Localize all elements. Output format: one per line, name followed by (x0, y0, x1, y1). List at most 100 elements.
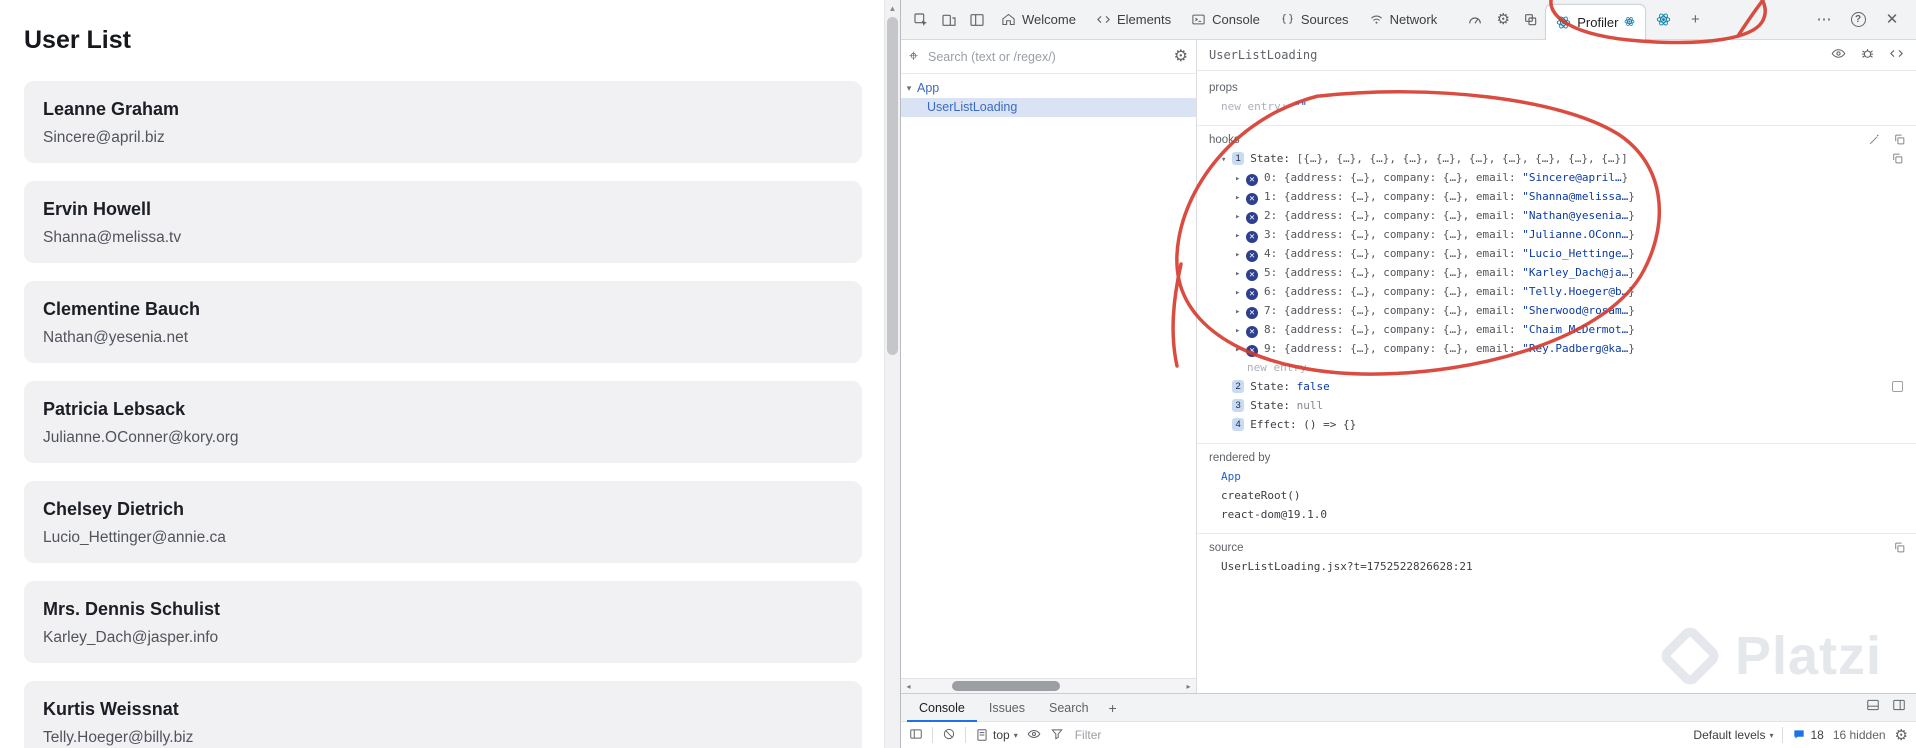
component-search-input[interactable] (926, 48, 1166, 65)
issues-counter[interactable]: 18 (1792, 728, 1824, 742)
state-array-item[interactable]: ▸ ✕ 2: {address: {…}, company: {…}, email:… (1209, 206, 1904, 225)
close-devtools-icon[interactable]: ✕ (1878, 6, 1906, 34)
hook-state-null-row[interactable]: 3 State: null (1209, 396, 1904, 415)
drawer-tab-issues[interactable]: Issues (977, 694, 1037, 722)
tree-horizontal-scrollbar[interactable]: ◂ ▸ (901, 678, 1196, 693)
component-name: App (917, 81, 940, 95)
console-filter-input[interactable] (1072, 727, 1263, 743)
user-email: Nathan@yesenia.net (43, 329, 188, 346)
braces-icon (1282, 13, 1293, 24)
hook-state-array-row[interactable]: ▾ 1 State: [{…}, {…}, {…}, {…}, {…}, {…}, … (1209, 149, 1904, 168)
tab-label: Network (1389, 12, 1438, 27)
dock-panel-icon[interactable] (1866, 698, 1880, 717)
view-source-code-icon[interactable] (1889, 46, 1904, 64)
panel-layout-icon[interactable] (963, 6, 991, 34)
user-email: Julianne.OConner@kory.org (43, 429, 239, 446)
component-tree: ▾ App UserListLoading (901, 74, 1196, 693)
scroll-left-icon[interactable]: ◂ (901, 682, 916, 691)
state-array-item[interactable]: ▸ ✕ 9: {address: {…}, company: {…}, email:… (1209, 339, 1904, 358)
parse-hook-names-wand-icon[interactable] (1868, 133, 1881, 149)
rendered-by-reactdom-version: react-dom@19.1.0 (1221, 508, 1327, 521)
inspect-element-icon[interactable] (907, 6, 935, 34)
expand-drawer-icon[interactable] (1892, 698, 1906, 717)
tab-profiler[interactable]: Profiler (1545, 3, 1647, 40)
circle-x-icon: ✕ (1246, 212, 1258, 224)
user-name: Chelsey Dietrich (43, 499, 185, 519)
circle-x-icon: ✕ (1246, 288, 1258, 300)
boolean-checkbox[interactable] (1892, 381, 1903, 392)
circle-x-icon: ✕ (1246, 174, 1258, 186)
user-email: Sincere@april.biz (43, 129, 165, 146)
scroll-right-icon[interactable]: ▸ (1181, 682, 1196, 691)
rendered-by-createroot: createRoot() (1221, 489, 1301, 502)
state-array-item[interactable]: ▸ ✕ 8: {address: {…}, company: {…}, email:… (1209, 320, 1904, 339)
page-context-icon (977, 729, 987, 741)
log-component-bug-icon[interactable] (1860, 46, 1875, 64)
drawer-tab-search[interactable]: Search (1037, 694, 1101, 722)
rendered-by-section-label: rendered by (1209, 452, 1271, 464)
user-card: Leanne Graham Sincere@april.biz (24, 81, 862, 163)
console-settings-gear-icon[interactable]: ⚙ (1895, 728, 1908, 743)
devtools-panel: Welcome Elements Console Sources Network (900, 0, 1916, 748)
collapse-caret-icon[interactable]: ▾ (901, 79, 917, 98)
copy-source-icon[interactable] (1893, 541, 1906, 557)
copy-hooks-icon[interactable] (1893, 133, 1906, 149)
state-array-item[interactable]: ▸ ✕ 5: {address: {…}, company: {…}, email:… (1209, 263, 1904, 282)
hooks-section-label: hooks (1209, 134, 1240, 146)
tab-label: Profiler (1577, 14, 1619, 30)
hook-effect-row[interactable]: 4 Effect: () => {} (1209, 415, 1904, 434)
help-icon[interactable]: ? (1844, 6, 1872, 34)
more-options-icon[interactable]: ⋯ (1810, 6, 1838, 34)
hook-state-bool-row[interactable]: 2 State: false (1209, 377, 1904, 396)
layers-icon[interactable] (1517, 6, 1545, 34)
drawer-tab-console[interactable]: Console (907, 694, 977, 722)
clear-console-icon[interactable] (942, 727, 956, 744)
chevron-down-icon: ▾ (1769, 730, 1774, 740)
user-card: Kurtis Weissnat Telly.Hoeger@billy.biz (24, 681, 862, 748)
drawer-tabbar: Console Issues Search + (901, 694, 1916, 722)
scrollbar-thumb[interactable] (887, 17, 898, 355)
tab-label: Sources (1300, 12, 1349, 27)
tree-node-userlistloading[interactable]: UserListLoading (901, 98, 1196, 117)
page-scrollbar[interactable]: ▲ (884, 0, 900, 748)
console-sidebar-icon[interactable] (909, 727, 923, 744)
performance-icon[interactable] (1461, 6, 1489, 34)
tab-elements[interactable]: Elements (1086, 0, 1181, 40)
state-array-item[interactable]: ▸ ✕ 1: {address: {…}, company: {…}, email:… (1209, 187, 1904, 206)
state-array-item[interactable]: ▸ ✕ 4: {address: {…}, company: {…}, email:… (1209, 244, 1904, 263)
tab-network[interactable]: Network (1359, 0, 1448, 40)
live-expression-eye-icon[interactable] (1027, 727, 1041, 744)
settings-gear-icon[interactable]: ⚙ (1489, 6, 1517, 34)
circle-x-icon: ✕ (1246, 345, 1258, 357)
chevron-down-icon: ▾ (1013, 730, 1018, 740)
user-name: Patricia Lebsack (43, 399, 186, 419)
new-tab-icon[interactable]: + (1681, 6, 1709, 34)
javascript-context-selector[interactable]: top ▾ (975, 728, 1018, 742)
scrollbar-thumb[interactable] (952, 681, 1060, 691)
default-levels-dropdown[interactable]: Default levels ▾ (1693, 728, 1773, 742)
tab-console[interactable]: Console (1181, 0, 1270, 40)
state-array-item[interactable]: ▸ ✕ 3: {address: {…}, company: {…}, email:… (1209, 225, 1904, 244)
inspect-component-icon[interactable]: ⌖ (909, 48, 918, 65)
inspect-dom-eye-icon[interactable] (1831, 46, 1846, 64)
tab-react-components[interactable] (1646, 0, 1681, 40)
circle-x-icon: ✕ (1246, 269, 1258, 281)
state-array-item[interactable]: ▸ ✕ 6: {address: {…}, company: {…}, email:… (1209, 282, 1904, 301)
props-new-entry-row[interactable]: new entry: "" (1209, 97, 1904, 116)
device-toolbar-icon[interactable] (935, 6, 963, 34)
state-array-item[interactable]: ▸ ✕ 7: {address: {…}, company: {…}, email:… (1209, 301, 1904, 320)
source-file-row[interactable]: UserListLoading.jsx?t=1752522826628:21 (1209, 557, 1904, 576)
tab-welcome[interactable]: Welcome (991, 0, 1086, 40)
hooks-new-entry-row[interactable]: new entry (1209, 358, 1904, 377)
tab-sources[interactable]: Sources (1270, 0, 1359, 40)
drawer-more-tools-icon[interactable]: + (1101, 700, 1125, 716)
user-name: Leanne Graham (43, 99, 180, 119)
devtools-window-controls: ⋯ ? ✕ (1810, 6, 1916, 34)
tree-node-app[interactable]: ▾ App (901, 79, 1196, 98)
state-array-item[interactable]: ▸ ✕ 0: {address: {…}, company: {…}, email:… (1209, 168, 1904, 187)
react-devtools-main: ⌖ ⚙ ▾ App UserListLoading ◂ (901, 40, 1916, 693)
scroll-up-icon[interactable]: ▲ (885, 0, 900, 16)
rendered-by-app-link[interactable]: App (1209, 467, 1904, 486)
tree-settings-gear-icon[interactable]: ⚙ (1174, 48, 1188, 65)
user-name: Clementine Bauch (43, 299, 201, 319)
